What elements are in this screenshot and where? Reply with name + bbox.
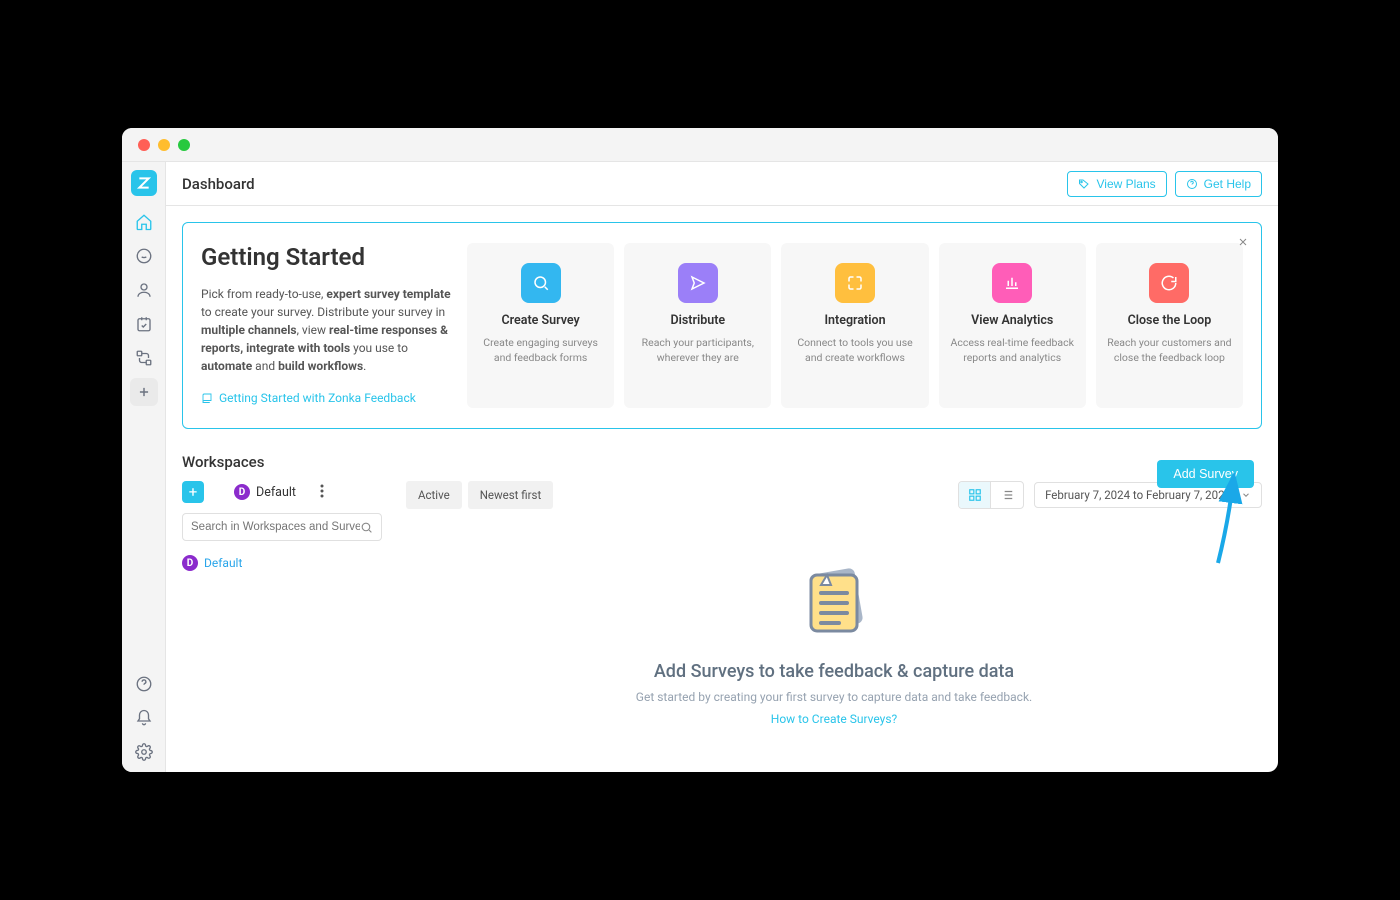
nav-workflows-icon[interactable] <box>130 344 158 372</box>
empty-state-title: Add Surveys to take feedback & capture d… <box>406 661 1262 682</box>
empty-state-link[interactable]: How to Create Surveys? <box>406 712 1262 726</box>
workspace-tag[interactable]: D Default <box>234 484 296 500</box>
window-titlebar <box>122 128 1278 162</box>
workspace-list-item[interactable]: D Default <box>182 555 242 571</box>
card-title: Close the Loop <box>1106 313 1233 328</box>
chevron-down-icon <box>1241 490 1251 500</box>
getting-started-description: Pick from ready-to-use, expert survey te… <box>201 285 451 375</box>
card-icon <box>521 263 561 303</box>
card-desc: Create engaging surveys and feedback for… <box>477 336 604 365</box>
getting-started-card[interactable]: Close the Loop Reach your customers and c… <box>1096 243 1243 408</box>
brand-logo[interactable] <box>131 170 157 196</box>
workspace-badge: D <box>234 484 250 500</box>
getting-started-card[interactable]: Integration Connect to tools you use and … <box>781 243 928 408</box>
nav-conversations-icon[interactable] <box>130 242 158 270</box>
empty-state-illustration <box>789 557 879 647</box>
get-help-button[interactable]: Get Help <box>1175 171 1262 197</box>
getting-started-panel: Getting Started Pick from ready-to-use, … <box>182 222 1262 429</box>
view-list-button[interactable] <box>991 482 1023 508</box>
filter-sort[interactable]: Newest first <box>468 481 554 509</box>
card-icon <box>992 263 1032 303</box>
card-desc: Reach your customers and close the feedb… <box>1106 336 1233 365</box>
grid-icon <box>968 488 982 502</box>
card-title: Distribute <box>634 313 761 328</box>
card-icon <box>678 263 718 303</box>
help-icon <box>1186 178 1198 190</box>
getting-started-link-label: Getting Started with Zonka Feedback <box>219 391 416 405</box>
getting-started-card[interactable]: Distribute Reach your participants, where… <box>624 243 771 408</box>
workspaces-title: Workspaces <box>182 453 264 471</box>
search-icon <box>360 521 373 534</box>
window-close-button[interactable] <box>138 139 150 151</box>
nav-notifications-icon[interactable] <box>130 704 158 732</box>
getting-started-card[interactable]: Create Survey Create engaging surveys and… <box>467 243 614 408</box>
window-zoom-button[interactable] <box>178 139 190 151</box>
close-panel-button[interactable] <box>1237 233 1249 252</box>
app-sidebar <box>122 162 166 772</box>
workspace-more-menu[interactable] <box>320 483 324 502</box>
nav-help-icon[interactable] <box>130 670 158 698</box>
workspace-search-field[interactable] <box>191 521 360 533</box>
card-title: Create Survey <box>477 313 604 328</box>
get-help-label: Get Help <box>1204 177 1251 191</box>
view-toggle <box>958 481 1024 509</box>
workspace-search-input[interactable] <box>182 513 382 541</box>
workspace-item-badge: D <box>182 555 198 571</box>
tag-icon <box>1078 178 1090 190</box>
getting-started-card[interactable]: View Analytics Access real-time feedback … <box>939 243 1086 408</box>
view-grid-button[interactable] <box>959 482 991 508</box>
nav-add-button[interactable] <box>130 378 158 406</box>
card-desc: Access real-time feedback reports and an… <box>949 336 1076 365</box>
nav-tasks-icon[interactable] <box>130 310 158 338</box>
page-header: Dashboard View Plans Get Help <box>166 162 1278 206</box>
nav-home-icon[interactable] <box>130 208 158 236</box>
workspace-tag-label: Default <box>256 485 296 500</box>
card-desc: Reach your participants, wherever they a… <box>634 336 761 365</box>
nav-contacts-icon[interactable] <box>130 276 158 304</box>
card-icon <box>1149 263 1189 303</box>
card-title: Integration <box>791 313 918 328</box>
view-plans-button[interactable]: View Plans <box>1067 171 1166 197</box>
list-icon <box>1000 488 1014 502</box>
getting-started-title: Getting Started <box>201 243 451 271</box>
filter-status[interactable]: Active <box>406 481 462 509</box>
nav-settings-icon[interactable] <box>130 738 158 766</box>
page-title: Dashboard <box>182 175 255 193</box>
add-workspace-button[interactable]: + <box>182 481 204 503</box>
card-icon <box>835 263 875 303</box>
date-range-label: February 7, 2024 to February 7, 2024 <box>1045 488 1231 502</box>
card-title: View Analytics <box>949 313 1076 328</box>
view-plans-label: View Plans <box>1096 177 1155 191</box>
getting-started-link[interactable]: Getting Started with Zonka Feedback <box>201 391 416 405</box>
close-icon <box>1237 236 1249 248</box>
empty-state: Add Surveys to take feedback & capture d… <box>406 557 1262 726</box>
window-minimize-button[interactable] <box>158 139 170 151</box>
card-desc: Connect to tools you use and create work… <box>791 336 918 365</box>
add-survey-button[interactable]: Add Survey <box>1157 460 1254 488</box>
workspace-item-label: Default <box>204 556 242 570</box>
book-icon <box>201 392 213 404</box>
more-vertical-icon <box>320 484 324 498</box>
empty-state-description: Get started by creating your first surve… <box>406 690 1262 704</box>
